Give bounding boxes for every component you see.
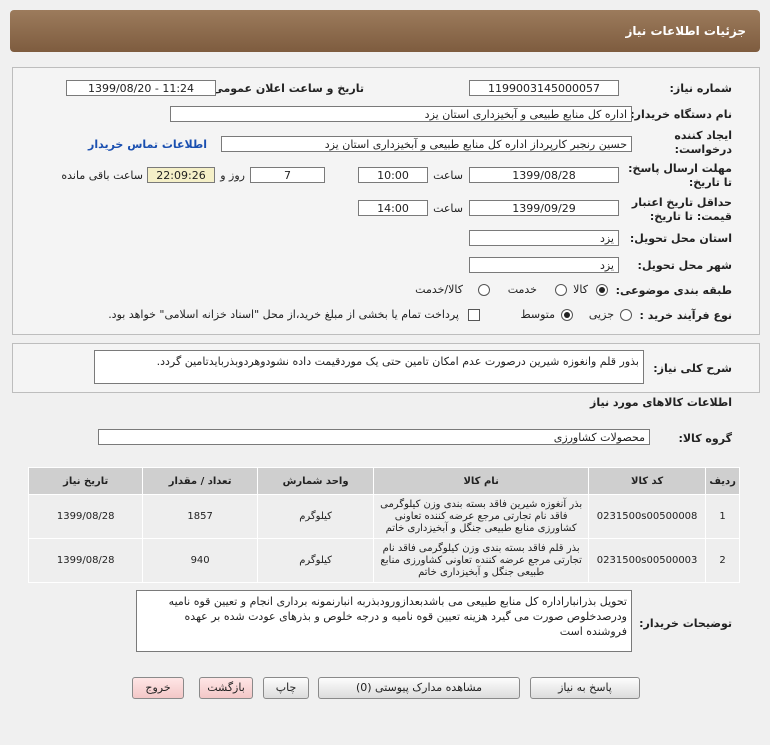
col-qty: تعداد / مقدار [142, 467, 258, 495]
category-option-service: خدمت [507, 283, 537, 296]
process-option-minor: جزیی [588, 308, 614, 321]
page-title: جزئیات اطلاعات نیاز [625, 24, 746, 38]
category-label: طبقه بندی موضوعی: [615, 284, 732, 297]
print-button[interactable]: چاپ [263, 677, 309, 699]
col-index: ردیف [705, 467, 740, 495]
days-field: 7 [250, 167, 325, 183]
announce-field: 1399/08/20 - 11:24 [66, 80, 216, 96]
summary-text-box: بذور قلم وانغوزه شیرین درصورت عدم امکان … [94, 350, 644, 384]
goods-group-label: گروه کالا: [678, 432, 732, 445]
category-radio-goods[interactable] [596, 284, 608, 296]
validity-label: حداقل تاریخ اعتبار قیمت: تا تاریخ: [631, 196, 732, 223]
deadline-time-label: ساعت [433, 169, 463, 182]
process-option-medium: متوسط [520, 308, 555, 321]
reply-button[interactable]: پاسخ به نیاز [530, 677, 640, 699]
cell-unit: کیلوگرم [256, 538, 375, 583]
creator-label: ایجاد کننده درخواست: [674, 129, 732, 156]
cell-qty: 940 [142, 538, 258, 583]
validity-time-field: 14:00 [358, 200, 428, 216]
cell-index: 1 [705, 494, 740, 539]
category-radio-goods-service[interactable] [478, 284, 490, 296]
summary-label: شرح کلی نیاز: [653, 362, 732, 375]
process-radio-medium[interactable] [561, 309, 573, 321]
col-unit: واحد شمارش [256, 467, 375, 495]
validity-time-label: ساعت [433, 202, 463, 215]
city-field: یزد [469, 257, 619, 273]
goods-table-header: ردیف کد کالا نام کالا واحد شمارش تعداد /… [27, 467, 740, 495]
table-row: 2 0231500s00500003 بذر قلم فاقد بسته بند… [27, 538, 740, 583]
cell-qty: 1857 [142, 494, 258, 539]
deadline-time-field: 10:00 [358, 167, 428, 183]
payment-treasury-note: پرداخت تمام یا بخشی از مبلغ خرید،از محل … [108, 308, 459, 321]
cell-name: بذر قلم فاقد بسته بندی وزن کیلوگرمی فاقد… [373, 538, 589, 583]
back-button[interactable]: بازگشت [199, 677, 253, 699]
col-date: تاریخ نیاز [27, 467, 144, 495]
contact-buyer-link[interactable]: اطلاعات تماس خریدار [88, 138, 207, 151]
buyer-label: نام دستگاه خریدار: [630, 108, 732, 121]
page-title-bar: جزئیات اطلاعات نیاز [10, 10, 760, 52]
cell-index: 2 [705, 538, 740, 583]
remaining-label: ساعت باقی مانده [61, 169, 143, 182]
city-label: شهر محل تحویل: [637, 259, 732, 272]
category-radio-service[interactable] [555, 284, 567, 296]
need-number-field: 1199003145000057 [469, 80, 619, 96]
deadline-date-field: 1399/08/28 [469, 167, 619, 183]
days-label: روز و [220, 169, 245, 182]
need-number-label: شماره نیاز: [669, 82, 732, 95]
goods-table: ردیف کد کالا نام کالا واحد شمارش تعداد /… [27, 467, 740, 583]
payment-treasury-checkbox[interactable] [468, 309, 480, 321]
cell-date: 1399/08/28 [27, 538, 144, 583]
attachments-button[interactable]: مشاهده مدارک پیوستی (0) [318, 677, 520, 699]
table-row: 1 0231500s00500008 بذر آنغوزه شیرین فاقد… [27, 494, 740, 539]
goods-section-title: اطلاعات کالاهای مورد نیاز [590, 396, 732, 409]
province-label: استان محل تحویل: [629, 232, 732, 245]
buyer-notes-label: توضیحات خریدار: [639, 617, 732, 630]
cell-code: 0231500s00500003 [587, 538, 707, 583]
category-option-goods-service: کالا/خدمت [415, 283, 463, 296]
cell-date: 1399/08/28 [27, 494, 144, 539]
creator-field: حسین رنجبر کارپرداز اداره کل منابع طبیعی… [221, 136, 632, 152]
process-radio-minor[interactable] [620, 309, 632, 321]
col-name: نام کالا [373, 467, 589, 495]
province-field: یزد [469, 230, 619, 246]
col-code: کد کالا [587, 467, 707, 495]
cell-name: بذر آنغوزه شیرین فاقد بسته بندی وزن کیلو… [373, 494, 589, 539]
cell-code: 0231500s00500008 [587, 494, 707, 539]
validity-date-field: 1399/09/29 [469, 200, 619, 216]
goods-group-field: محصولات کشاورزی [98, 429, 650, 445]
remaining-time-field: 22:09:26 [147, 167, 215, 183]
buyer-notes-box: تحویل بذرانباراداره کل منابع طبیعی می با… [136, 590, 632, 652]
category-option-goods: کالا [573, 283, 588, 296]
buyer-field: اداره کل منابع طبیعی و آبخیزداری استان ی… [170, 106, 632, 122]
announce-label: تاریخ و ساعت اعلان عمومی: [207, 82, 364, 95]
exit-button[interactable]: خروج [132, 677, 184, 699]
cell-unit: کیلوگرم [256, 494, 375, 539]
deadline-label: مهلت ارسال پاسخ: تا تاریخ: [628, 162, 732, 189]
process-label: نوع فرآیند خرید : [639, 309, 732, 322]
